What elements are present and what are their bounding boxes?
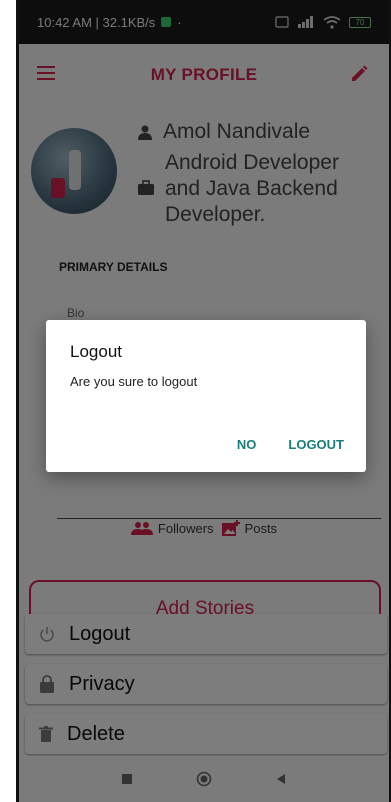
dialog-message: Are you sure to logout <box>70 374 198 389</box>
logout-button[interactable]: LOGOUT <box>288 437 344 452</box>
phone-screen: 10:42 AM | 32.1KB/s · 70 MY PROFILE Amol… <box>16 0 391 802</box>
logout-dialog: Logout Are you sure to logout NO LOGOUT <box>46 320 366 472</box>
dialog-actions: NO LOGOUT <box>237 437 344 452</box>
dialog-title: Logout <box>70 342 122 361</box>
no-button[interactable]: NO <box>237 437 257 452</box>
